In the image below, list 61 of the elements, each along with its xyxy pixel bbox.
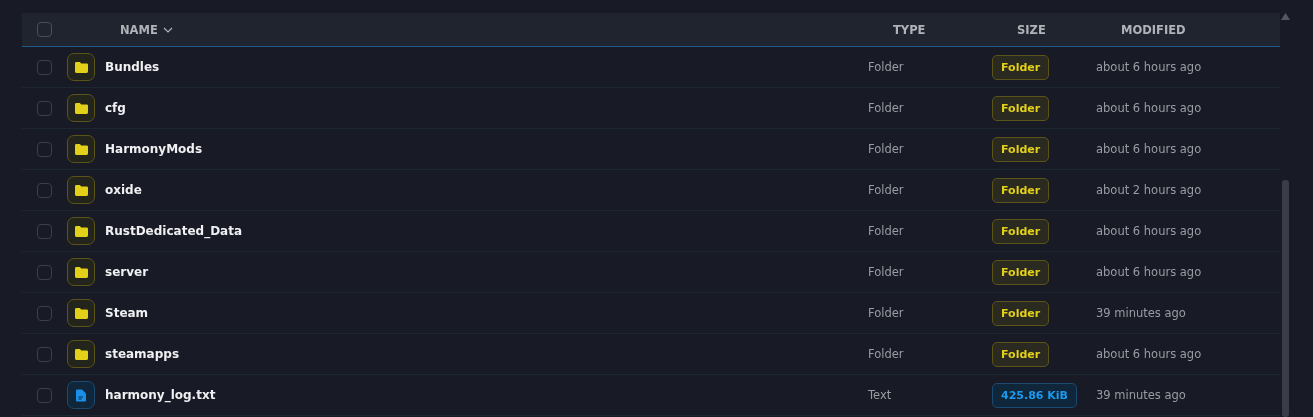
row-checkbox[interactable] [37,305,52,321]
file-name[interactable]: cfg [105,101,868,115]
size-badge: Folder [992,218,1050,244]
modified-time: about 6 hours ago [1096,60,1202,74]
file-name[interactable]: Bundles [105,60,868,74]
column-header[interactable]: NAME [120,22,158,37]
column-header[interactable]: TYPE [893,22,926,37]
select-all-checkbox[interactable] [37,22,52,37]
modified-time: about 2 hours ago [1096,183,1202,197]
folder-icon [67,340,95,368]
modified-time: about 6 hours ago [1096,142,1202,156]
file-type: Folder [868,60,905,74]
modified-time: 39 minutes ago [1096,388,1186,402]
file-type: Folder [868,101,905,115]
scrollbar-thumb[interactable] [1282,180,1289,417]
row-checkbox[interactable] [37,264,52,280]
row-checkbox[interactable] [37,182,52,198]
size-badge: Folder [992,341,1050,367]
size-badge: Folder [992,177,1050,203]
file-type: Folder [868,347,905,361]
size-badge: Folder [992,95,1050,121]
folder-icon [67,176,95,204]
size-badge: Folder [992,136,1050,162]
file-name[interactable]: oxide [105,183,868,197]
row-checkbox[interactable] [37,59,52,75]
size-badge: Folder [992,300,1050,326]
scroll-up-icon[interactable] [1281,13,1290,20]
row-checkbox[interactable] [37,100,52,116]
file-name[interactable]: steamapps [105,347,868,361]
row-checkbox[interactable] [37,387,52,403]
size-badge: 425.86 KiB [992,382,1077,408]
file-type: Folder [868,183,905,197]
column-header[interactable]: MODIFIED [1121,22,1186,37]
file-name[interactable]: RustDedicated_Data [105,224,868,238]
size-badge: Folder [992,259,1050,285]
column-header[interactable]: SIZE [1017,22,1046,37]
folder-icon [67,94,95,122]
modified-time: about 6 hours ago [1096,265,1202,279]
file-name[interactable]: Steam [105,306,868,320]
folder-icon [67,135,95,163]
row-checkbox[interactable] [37,346,52,362]
file-type: Text [868,388,893,402]
file-name[interactable]: server [105,265,868,279]
folder-icon [67,217,95,245]
file-name[interactable]: harmony_log.txt [105,388,868,402]
file-type: Folder [868,306,905,320]
file-icon [67,381,95,409]
size-badge: Folder [992,54,1050,80]
file-type: Folder [868,224,905,238]
file-type: Folder [868,142,905,156]
folder-icon [67,258,95,286]
row-checkbox[interactable] [37,141,52,157]
modified-time: about 6 hours ago [1096,347,1202,361]
folder-icon [67,299,95,327]
file-type: Folder [868,265,905,279]
modified-time: 39 minutes ago [1096,306,1186,320]
folder-icon [67,53,95,81]
modified-time: about 6 hours ago [1096,101,1202,115]
row-checkbox[interactable] [37,223,52,239]
file-name[interactable]: HarmonyMods [105,142,868,156]
modified-time: about 6 hours ago [1096,224,1202,238]
